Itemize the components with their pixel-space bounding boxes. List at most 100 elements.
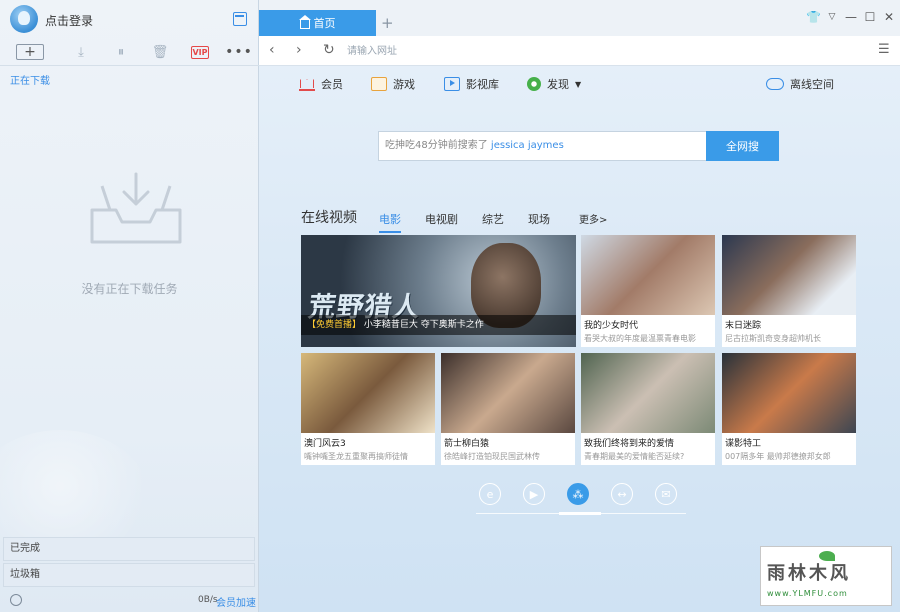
nav-discover[interactable]: 发现 ▼: [527, 76, 581, 92]
crown-icon: [299, 77, 315, 91]
vip-icon[interactable]: VIP: [191, 46, 209, 59]
trash-tab[interactable]: 垃圾箱: [3, 563, 255, 587]
delete-icon[interactable]: 🗑: [152, 44, 169, 60]
search-box: 吃抻吃48分钟前搜索了 jessica jaymes 全网搜: [378, 131, 780, 161]
download-speed: 0B/s: [198, 595, 218, 605]
video-title: 谍影特工: [725, 439, 762, 449]
nav-video-label: 影视库: [466, 78, 499, 91]
video-subtitle: 青春期最美的爱情能否延续?: [584, 452, 685, 461]
empty-inbox-icon: [90, 172, 182, 244]
tab-strip: 首页 + 👕 ▽ — ☐ ✕: [259, 0, 900, 36]
refresh-icon[interactable]: ↻: [323, 42, 335, 58]
tab-tv[interactable]: 电视剧: [425, 211, 458, 227]
search-history-term[interactable]: jessica jaymes: [491, 140, 564, 151]
browser-app-icon[interactable]: e: [479, 483, 501, 505]
video-subtitle: 007隔多年 最帅邦德撩邦女郎: [725, 452, 831, 461]
watermark-logo: 雨林木风 www.YLMFU.com: [760, 546, 892, 606]
nav-games[interactable]: 游戏: [371, 76, 415, 92]
discover-icon: [527, 77, 541, 91]
nav-offline-space[interactable]: 离线空间: [766, 76, 834, 92]
play-app-icon[interactable]: ▶: [523, 483, 545, 505]
tab-home[interactable]: 首页: [259, 10, 376, 36]
close-icon[interactable]: ✕: [882, 10, 896, 24]
featured-caption-tag: 【免费首播】: [307, 320, 362, 330]
games-icon: [371, 77, 387, 91]
video-poster: [722, 235, 856, 315]
nav-member[interactable]: 会员: [299, 76, 343, 92]
completed-label: 已完成: [10, 543, 40, 554]
tab-movies[interactable]: 电影: [379, 211, 401, 233]
completed-tab[interactable]: 已完成: [3, 537, 255, 561]
video-subtitle: 徐皓峰打造铂现民国武林传: [444, 452, 540, 461]
skin-icon[interactable]: 👕: [806, 10, 821, 24]
browser-panel: 首页 + 👕 ▽ — ☐ ✕ ‹ › ↻ ☰ 会员 游戏 影视库 发现 ▼: [259, 0, 900, 612]
web-search-button[interactable]: 全网搜: [706, 131, 779, 161]
hamburger-menu-icon[interactable]: ☰: [878, 42, 890, 57]
chevron-down-icon: ▼: [575, 79, 582, 89]
video-poster: [301, 353, 435, 433]
tab-live[interactable]: 现场: [528, 211, 550, 227]
calendar-icon[interactable]: [233, 12, 247, 26]
video-card[interactable]: 致我们终将到来的爱情 青春期最美的爱情能否延续?: [581, 353, 715, 465]
video-card[interactable]: 澳门风云3 嘴钟嘴圣龙五重聚再搞师徒情: [301, 353, 435, 465]
featured-caption-text: 小李糙昔巨大 夺下奥斯卡之作: [363, 320, 484, 330]
tab-home-label: 首页: [313, 17, 336, 30]
menu-dropdown-icon[interactable]: ▽: [825, 12, 839, 22]
nav-links: 会员 游戏 影视库 发现 ▼ 离线空间: [299, 76, 859, 96]
video-subtitle: 看哭大叔的年度最温票青春电影: [584, 334, 696, 343]
video-title: 澳门风云3: [304, 439, 346, 449]
tab-variety[interactable]: 综艺: [482, 211, 504, 227]
dock-active-indicator: [559, 512, 601, 515]
vip-accel-link[interactable]: 会员加速: [216, 594, 256, 609]
section-title: 在线视频: [301, 210, 357, 226]
video-title: 我的少女时代: [584, 321, 639, 331]
add-tab-icon[interactable]: +: [381, 14, 394, 32]
video-poster: [722, 353, 856, 433]
video-poster: [441, 353, 575, 433]
transfer-app-icon[interactable]: ↔: [611, 483, 633, 505]
featured-video-card[interactable]: 荒野猎人 【免费首播】 小李糙昔巨大 夺下奥斯卡之作: [301, 235, 576, 347]
more-icon[interactable]: •••: [225, 44, 252, 60]
video-icon: [444, 77, 460, 91]
avatar-icon[interactable]: [10, 5, 38, 33]
more-link[interactable]: 更多>: [579, 211, 607, 226]
video-card[interactable]: 我的少女时代 看哭大叔的年度最温票青春电影: [581, 235, 715, 347]
maximize-icon[interactable]: ☐: [863, 10, 877, 24]
video-title: 箭士柳白猿: [444, 439, 490, 449]
nav-discover-label: 发现: [547, 78, 569, 91]
minimize-icon[interactable]: —: [844, 10, 858, 24]
video-card[interactable]: 谍影特工 007隔多年 最帅邦德撩邦女郎: [722, 353, 856, 465]
video-title: 致我们终将到来的爱情: [584, 439, 675, 449]
trash-label: 垃圾箱: [10, 569, 40, 580]
back-icon[interactable]: ‹: [269, 42, 275, 58]
status-bar: 0B/s 会员加速: [0, 589, 259, 612]
cloud-icon: [766, 78, 784, 90]
share-app-icon[interactable]: ⁂: [567, 483, 589, 505]
video-title: 末日迷踪: [725, 321, 762, 331]
alarm-icon[interactable]: [10, 594, 22, 606]
start-download-icon[interactable]: ⤓: [73, 44, 89, 60]
video-subtitle: 尼古拉斯凯奇变身超帅机长: [725, 334, 821, 343]
nav-offline-label: 离线空间: [790, 78, 834, 91]
video-card[interactable]: 末日迷踪 尼古拉斯凯奇变身超帅机长: [722, 235, 856, 347]
app-dock: e ▶ ⁂ ↔ ✉: [471, 480, 691, 516]
watermark-url: www.YLMFU.com: [767, 589, 848, 598]
forward-icon[interactable]: ›: [296, 42, 302, 58]
downloading-tab[interactable]: 正在下载: [10, 72, 50, 87]
download-toolbar: + ⤓ ⏸ 🗑 VIP •••: [0, 38, 259, 66]
video-poster: [581, 235, 715, 315]
search-history-prefix: 吃抻吃48分钟前搜索了: [385, 140, 488, 151]
new-task-icon[interactable]: +: [16, 44, 44, 60]
empty-state-text: 没有正在下载任务: [81, 282, 178, 296]
video-poster: [581, 353, 715, 433]
login-link[interactable]: 点击登录: [45, 12, 93, 29]
pause-icon[interactable]: ⏸: [113, 44, 129, 60]
search-input[interactable]: 吃抻吃48分钟前搜索了 jessica jaymes: [378, 131, 706, 161]
video-section-header: 在线视频 电影 电视剧 综艺 现场 更多>: [301, 205, 861, 233]
address-bar: ‹ › ↻ ☰: [259, 36, 900, 66]
nav-video-library[interactable]: 影视库: [444, 76, 499, 92]
video-subtitle: 嘴钟嘴圣龙五重聚再搞师徒情: [304, 452, 408, 461]
video-card[interactable]: 箭士柳白猿 徐皓峰打造铂现民国武林传: [441, 353, 575, 465]
url-input[interactable]: [347, 41, 847, 61]
mail-app-icon[interactable]: ✉: [655, 483, 677, 505]
